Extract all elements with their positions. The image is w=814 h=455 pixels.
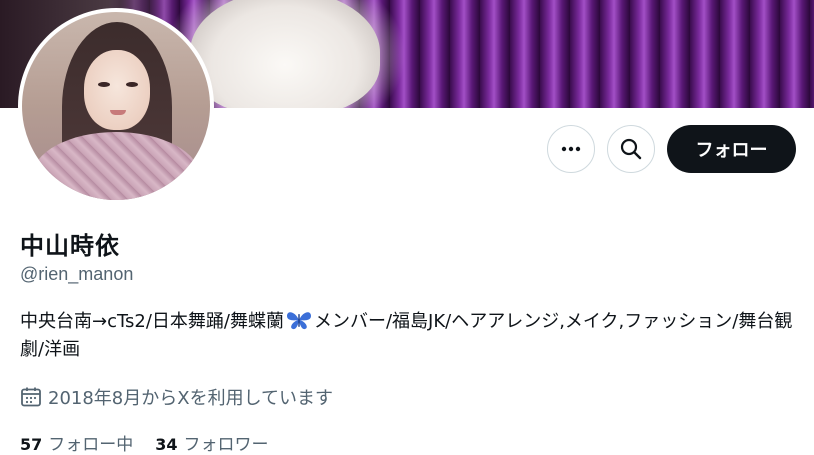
avatar-eye-right — [126, 82, 138, 87]
search-icon — [620, 138, 642, 160]
banner-image-subject — [190, 0, 380, 108]
more-icon — [561, 146, 581, 152]
bio-text-part1: 中央台南→cTs2/日本舞踊/舞蝶蘭 — [20, 311, 284, 332]
join-date-text: 2018年8月からXを利用しています — [48, 388, 334, 409]
calendar-icon — [21, 387, 41, 407]
followers-label: フォロワー — [183, 435, 269, 455]
display-name: 中山時依 — [20, 232, 120, 260]
follow-button[interactable]: フォロー — [667, 125, 796, 173]
follow-stats: 57 フォロー中 34 フォロワー — [20, 430, 269, 455]
join-date: 2018年8月からXを利用しています — [20, 384, 333, 410]
avatar-frame[interactable] — [18, 8, 214, 204]
avatar-mouth — [110, 110, 126, 115]
following-link[interactable]: 57 フォロー中 — [20, 430, 133, 455]
avatar-eye-left — [98, 82, 110, 87]
user-handle: @rien_manon — [20, 264, 134, 284]
followers-link[interactable]: 34 フォロワー — [155, 430, 268, 455]
search-button[interactable] — [607, 125, 655, 173]
butterfly-emoji-icon — [286, 312, 311, 330]
avatar-dress — [32, 132, 200, 200]
more-button[interactable] — [547, 125, 595, 173]
following-count: 57 — [20, 435, 43, 454]
avatar-face — [84, 50, 150, 130]
profile-bio: 中央台南→cTs2/日本舞踊/舞蝶蘭 メンバー/福島JK/ヘアアレンジ,メイク,… — [20, 308, 800, 364]
following-label: フォロー中 — [48, 435, 134, 455]
followers-count: 34 — [155, 435, 178, 454]
avatar[interactable] — [22, 12, 210, 200]
